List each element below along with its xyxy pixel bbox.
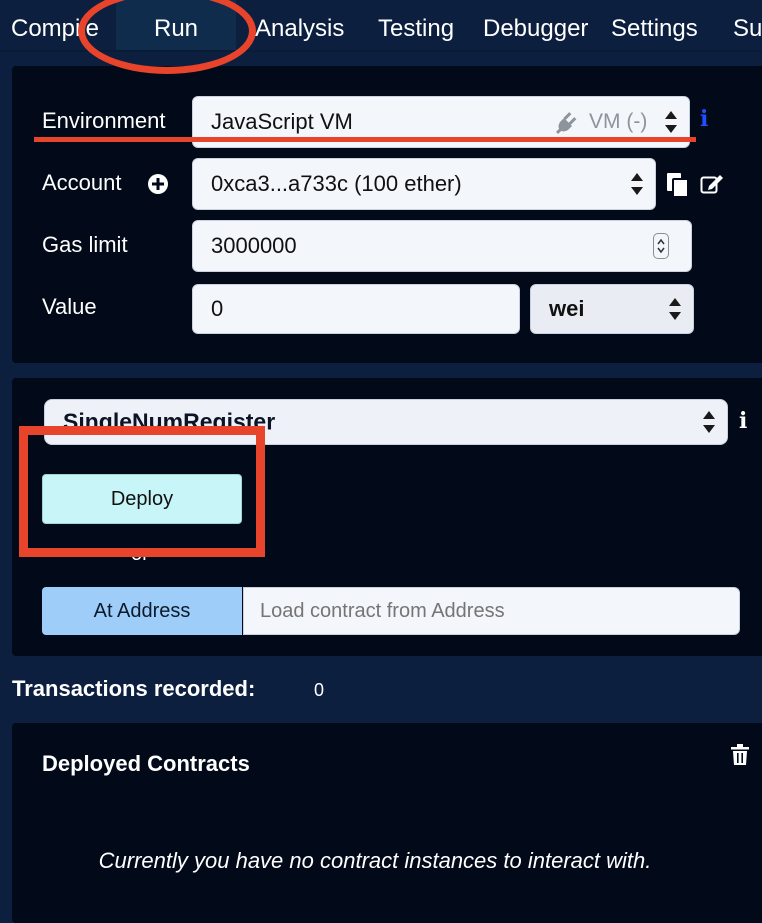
transactions-count: 0 bbox=[314, 680, 325, 700]
chevron-down-icon bbox=[669, 298, 681, 320]
info-icon[interactable]: i bbox=[700, 106, 708, 132]
gas-limit-input[interactable]: 3000000 bbox=[192, 220, 692, 272]
gas-limit-label: Gas limit bbox=[42, 232, 128, 257]
unit-select[interactable]: wei bbox=[530, 284, 694, 334]
at-address-button[interactable]: At Address bbox=[42, 587, 242, 635]
deployed-contracts-title: Deployed Contracts bbox=[42, 751, 250, 776]
transactions-recorded-label[interactable]: Transactions recorded: bbox=[12, 676, 255, 702]
annotation-box bbox=[19, 426, 265, 557]
chevron-down-icon bbox=[631, 173, 643, 195]
chevron-down-icon bbox=[703, 411, 715, 433]
environment-label: Environment bbox=[42, 108, 166, 133]
gas-limit-value: 3000000 bbox=[211, 233, 297, 258]
value-input[interactable]: 0 bbox=[192, 284, 520, 334]
value-label: Value bbox=[42, 294, 97, 319]
chevron-down-icon bbox=[665, 111, 677, 133]
environment-badge: VM (-) bbox=[589, 110, 648, 133]
tab-settings[interactable]: Settings bbox=[611, 0, 698, 52]
edit-icon[interactable] bbox=[700, 173, 724, 195]
annotation-circle bbox=[78, 0, 256, 74]
account-label: Account bbox=[42, 170, 122, 195]
no-instances-message: Currently you have no contract instances… bbox=[98, 848, 652, 873]
value-amount: 0 bbox=[211, 296, 224, 321]
trash-icon[interactable] bbox=[731, 744, 749, 766]
copy-icon[interactable] bbox=[666, 172, 690, 198]
tab-testing[interactable]: Testing bbox=[378, 0, 454, 52]
contract-address-input[interactable] bbox=[243, 587, 740, 635]
tab-support[interactable]: Su bbox=[733, 0, 762, 52]
plus-circle-icon[interactable] bbox=[148, 174, 168, 194]
account-select[interactable]: 0xca3...a733c (100 ether) bbox=[192, 158, 656, 210]
tab-analysis[interactable]: Analysis bbox=[255, 0, 344, 52]
tab-debugger[interactable]: Debugger bbox=[483, 0, 588, 52]
environment-value: JavaScript VM bbox=[211, 109, 353, 134]
account-value: 0xca3...a733c (100 ether) bbox=[211, 171, 462, 196]
plug-icon bbox=[555, 109, 581, 135]
annotation-underline bbox=[34, 137, 696, 142]
unit-value: wei bbox=[549, 296, 585, 321]
stepper-icon[interactable] bbox=[653, 233, 669, 259]
info-icon[interactable]: i bbox=[739, 408, 747, 434]
